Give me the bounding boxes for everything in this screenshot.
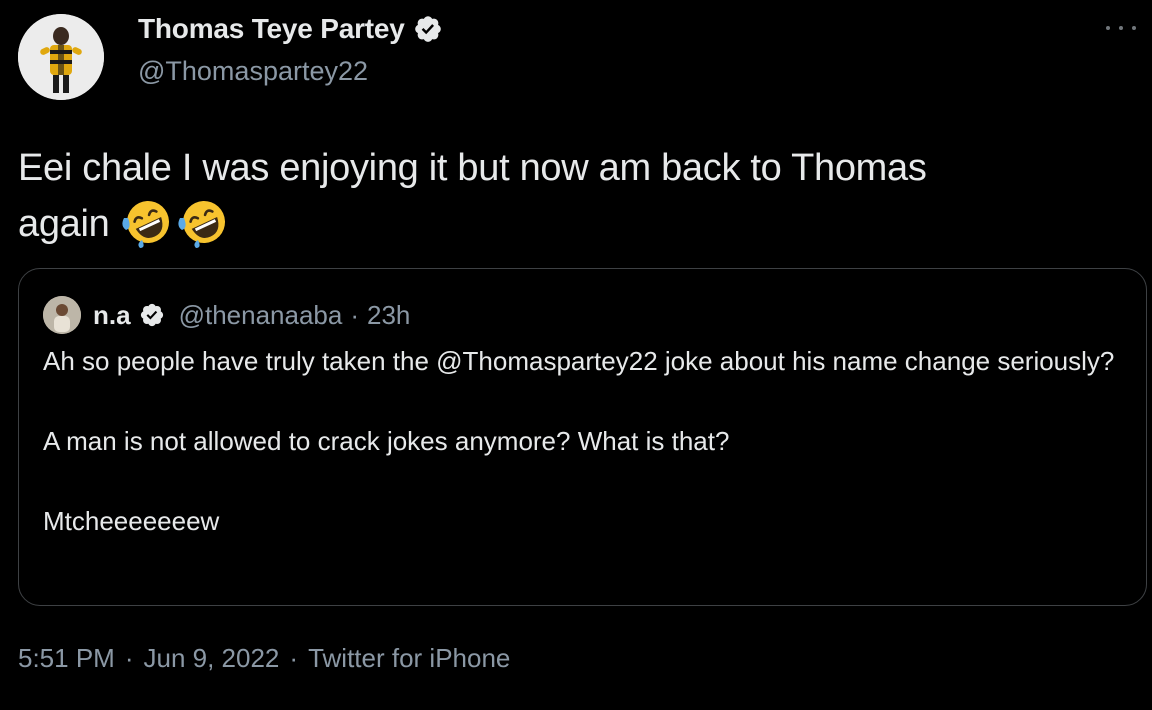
quoted-timestamp[interactable]: 23h	[367, 300, 410, 331]
mention-link[interactable]: @Thomaspartey22	[436, 346, 658, 376]
quoted-tweet[interactable]: n.a @thenanaaba · 23h Ah so people have …	[18, 268, 1147, 606]
meta-separator: ·	[124, 643, 134, 673]
quoted-paragraph-2: A man is not allowed to crack jokes anym…	[43, 426, 730, 456]
quoted-author-name[interactable]: n.a	[93, 300, 131, 331]
quoted-paragraph-1: Ah so people have truly taken the @Thoma…	[43, 341, 1123, 381]
tweet-source[interactable]: Twitter for iPhone	[308, 643, 510, 674]
quoted-author-avatar-image	[43, 296, 81, 334]
tweet-text: Eei chale I was enjoying it but now am b…	[18, 140, 1128, 252]
quoted-tweet-body: Ah so people have truly taken the @Thoma…	[43, 341, 1123, 581]
author-avatar-image	[18, 14, 104, 100]
quoted-author-handle[interactable]: @thenanaaba	[179, 300, 343, 331]
dot	[1119, 26, 1123, 30]
tweet-text-line1: Eei chale I was enjoying it but now am b…	[18, 147, 927, 189]
tweet-card: Thomas Teye Partey @Thomaspartey22 Eei c…	[0, 0, 1152, 710]
rolling-on-floor-laughing-icon	[178, 201, 225, 248]
tweet-time[interactable]: 5:51 PM	[18, 643, 115, 674]
more-options-icon[interactable]	[1106, 18, 1136, 38]
quoted-tweet-header: n.a @thenanaaba · 23h	[43, 296, 410, 334]
tweet-text-line2: again	[18, 203, 110, 245]
rolling-on-floor-laughing-icon	[122, 201, 169, 248]
author-handle[interactable]: @Thomaspartey22	[138, 56, 368, 87]
dot	[1132, 26, 1136, 30]
verified-badge-icon	[414, 16, 441, 42]
quoted-text: Ah so people have truly taken the	[43, 346, 437, 376]
tweet-metadata: 5:51 PM · Jun 9, 2022 · Twitter for iPho…	[18, 643, 510, 674]
tweet-date[interactable]: Jun 9, 2022	[144, 643, 280, 674]
quoted-author-avatar[interactable]	[43, 296, 81, 334]
quoted-separator: ·	[350, 299, 360, 330]
dot	[1106, 26, 1110, 30]
quoted-text: joke about his name change seriously?	[657, 346, 1115, 376]
verified-badge-icon	[140, 303, 163, 327]
meta-separator: ·	[289, 643, 299, 673]
author-display-name[interactable]: Thomas Teye Partey	[138, 13, 405, 45]
author-avatar[interactable]	[18, 14, 104, 100]
author-header: Thomas Teye Partey	[138, 13, 443, 45]
quoted-paragraph-3: Mtcheeeeeeew	[43, 506, 220, 536]
